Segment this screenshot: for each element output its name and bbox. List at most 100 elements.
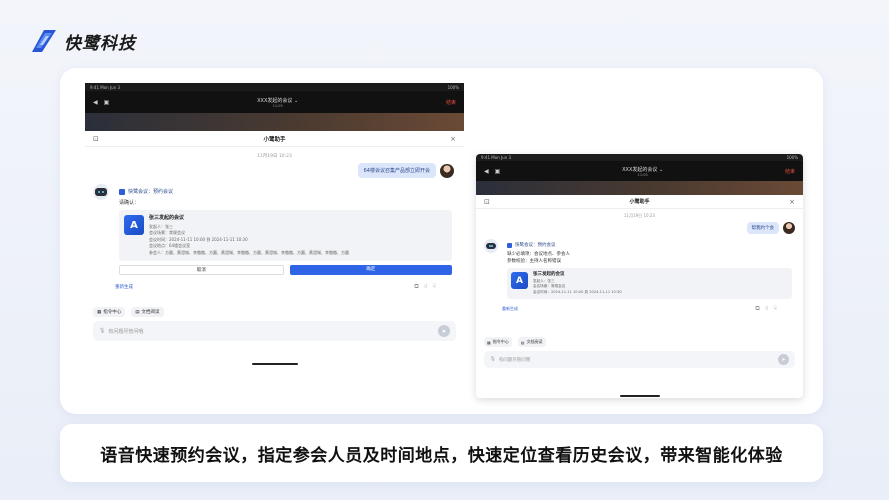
new-chat-icon[interactable]: ⊡ — [484, 198, 490, 206]
video-strip — [476, 181, 803, 195]
status-battery: 100% — [786, 155, 798, 160]
meeting-summary-card[interactable]: A 张三发起的会议 发起人：张三 会议场景：常规会议 会议时间：2024-11-… — [119, 210, 452, 261]
brand-name: 快鹭科技 — [64, 33, 136, 54]
caption-card: 语音快速预约会议，指定参会人员及时间地点，快速定位查看历史会议，带来智能化体验 — [60, 424, 823, 482]
feature-caption: 语音快速预约会议，指定参会人员及时间地点，快速定位查看历史会议，带来智能化体验 — [100, 445, 783, 466]
bot-reply-header: 快鹭会议：预约会议 — [119, 188, 452, 195]
copy-icon[interactable]: ⧉ — [755, 305, 759, 313]
grid-icon: ▦ — [487, 339, 491, 345]
status-time: 9:41 Mon Jun 3 — [90, 84, 121, 90]
microphone-icon[interactable]: 🎙 — [99, 328, 105, 334]
chip-label: 指令中心 — [492, 339, 509, 344]
bot-reply-card: 快鹭会议：预约会议 请确认： A 张三发起的会议 发起人：张三 会议场景：常规会… — [115, 184, 456, 279]
copy-icon[interactable]: ⧉ — [414, 283, 418, 291]
user-message-row: 64楼会议召集产品部立即开会 — [85, 163, 464, 178]
status-battery: 100% — [447, 84, 459, 90]
user-message: 64楼会议召集产品部立即开会 — [357, 163, 436, 178]
reply-actions: 重新生成 ⧉ ☝ ☟ — [476, 302, 803, 313]
confirm-actions: 取消 确定 — [119, 265, 452, 275]
meeting-bar: ◀ ▣ XXX发起的会议 ⌄ 11:05 结束 — [85, 91, 464, 113]
meeting-details: 张三发起的会议 发起人：张三 会议场景：常规会议 会议时间：2024-11-11… — [149, 215, 349, 256]
camera-icon[interactable]: ▣ — [495, 168, 501, 175]
chip-label: 文档阅读 — [141, 310, 160, 315]
meeting-title: XXX发起的会议 ⌄ 11:05 — [622, 166, 663, 177]
feedback-icons: ⧉ ☝ ☟ — [755, 305, 777, 313]
close-icon[interactable]: × — [450, 135, 456, 143]
send-icon[interactable]: ➤ — [778, 354, 789, 365]
tablet-mockup-validation: 9:41 Mon Jun 3 100% ◀ ▣ XXX发起的会议 ⌄ 11:05… — [476, 154, 803, 398]
meeting-details: 张三发起的会议 发起人：张三 会议场景：常规会议 会议时间：2024-11-11… — [533, 272, 622, 295]
meeting-app-icon: A — [124, 215, 144, 235]
thumbs-up-icon[interactable]: ☝ — [765, 305, 769, 313]
meeting-title-text: XXX发起的会议 ⌄ — [257, 97, 299, 104]
bot-reply-header: 快鹭会议：预约会议 — [507, 242, 792, 248]
thumbs-down-icon[interactable]: ☟ — [773, 305, 777, 313]
chip-doc-reading[interactable]: ▤ 文档阅读 — [517, 337, 546, 347]
chat-timestamp: 11月19日 10:23 — [624, 213, 655, 218]
chip-doc-reading[interactable]: ▤ 文档阅读 — [131, 307, 164, 317]
assistant-header: ⊡ 小鹭助手 × — [476, 195, 803, 209]
chip-label: 指令中心 — [103, 310, 122, 315]
user-message-row: 帮我约个会 — [476, 222, 803, 234]
user-message: 帮我约个会 — [746, 222, 779, 234]
bot-reply-title: 快鹭会议：预约会议 — [515, 243, 556, 248]
end-meeting-button[interactable]: 结束 — [446, 99, 456, 106]
microphone-icon[interactable]: 🎙 — [490, 357, 496, 362]
new-chat-icon[interactable]: ⊡ — [93, 135, 99, 143]
close-icon[interactable]: × — [789, 198, 795, 206]
bot-reply-card: 快鹭会议：预约会议 缺少必填项：会议地点、参会人 参数校验：主持人名称错误 A … — [504, 239, 795, 302]
bot-validation-text: 缺少必填项：会议地点、参会人 参数校验：主持人名称错误 — [507, 251, 792, 265]
thumbs-up-icon[interactable]: ☝ — [424, 283, 428, 291]
meeting-duration: 11:05 — [272, 103, 283, 108]
user-avatar — [783, 222, 795, 234]
app-mini-icon — [507, 242, 512, 248]
meeting-app-icon: A — [511, 272, 528, 289]
chat-input[interactable]: 🎙 有问题尽管问哦 ➤ — [484, 351, 795, 368]
meeting-duration: 11:05 — [637, 172, 648, 177]
input-left: 🎙 有问题尽管问哦 — [99, 328, 143, 335]
bot-message-row: 快鹭会议：预约会议 请确认： A 张三发起的会议 发起人：张三 会议场景：常规会… — [85, 178, 464, 279]
meeting-title: XXX发起的会议 ⌄ 11:05 — [257, 97, 298, 108]
meeting-card-title: 张三发起的会议 — [149, 215, 185, 221]
speaker-icon[interactable]: ◀ — [484, 168, 489, 175]
chip-command-center[interactable]: ▦ 指令中心 — [484, 337, 512, 347]
regenerate-button[interactable]: 重新生成 — [115, 284, 133, 290]
user-avatar — [440, 163, 454, 178]
cancel-button[interactable]: 取消 — [119, 265, 284, 275]
bot-avatar — [484, 239, 498, 253]
home-indicator — [251, 363, 298, 365]
meeting-controls: ◀ ▣ — [93, 99, 109, 106]
thumbs-down-icon[interactable]: ☟ — [432, 283, 436, 291]
chip-label: 文档阅读 — [526, 339, 543, 344]
grid-icon: ▦ — [97, 309, 102, 315]
home-indicator — [619, 395, 660, 397]
document-icon: ▤ — [135, 309, 140, 315]
assistant-panel: ⊡ 小鹭助手 × 11月19日 10:23 帮我约个会 快鹭会议：预约会议 缺少… — [476, 195, 803, 368]
confirm-button[interactable]: 确定 — [289, 265, 452, 275]
meeting-summary-card[interactable]: A 张三发起的会议 发起人：张三 会议场景：常规会议 会议时间：2024-11-… — [507, 268, 792, 299]
quick-chips: ▦ 指令中心 ▤ 文档阅读 — [85, 307, 464, 317]
meeting-controls: ◀ ▣ — [484, 168, 500, 175]
logo-bird-icon — [32, 30, 56, 52]
input-placeholder: 有问题尽管问哦 — [498, 357, 531, 363]
document-icon: ▤ — [520, 339, 525, 345]
speaker-icon[interactable]: ◀ — [93, 99, 98, 106]
end-meeting-button[interactable]: 结束 — [785, 168, 795, 175]
send-icon[interactable]: ➤ — [438, 325, 450, 337]
tablet-mockup-booking: 9:41 Mon Jun 3 100% ◀ ▣ XXX发起的会议 ⌄ 11:05… — [85, 83, 464, 365]
regenerate-button[interactable]: 重新生成 — [502, 306, 518, 312]
meeting-bar: ◀ ▣ XXX发起的会议 ⌄ 11:05 结束 — [476, 161, 803, 181]
chat-input[interactable]: 🎙 有问题尽管问哦 ➤ — [93, 321, 456, 341]
meeting-detail-line: 参会人：方圆、黄澄城、李傲傲、方圆、黄澄城、李傲傲、方圆、黄澄城、李傲傲、方圆、… — [149, 249, 349, 255]
bot-reply-title: 快鹭会议：预约会议 — [128, 189, 174, 195]
input-left: 🎙 有问题尽管问哦 — [490, 357, 530, 363]
app-mini-icon — [119, 188, 125, 195]
missing-fields-line: 缺少必填项：会议地点、参会人 — [507, 252, 570, 257]
robot-icon — [486, 242, 496, 250]
video-strip — [85, 113, 464, 131]
bot-avatar — [93, 184, 109, 200]
chip-command-center[interactable]: ▦ 指令中心 — [93, 307, 126, 317]
bot-message-row: 快鹭会议：预约会议 缺少必填项：会议地点、参会人 参数校验：主持人名称错误 A … — [476, 234, 803, 302]
meeting-detail-line: 会议时间：2024-11-11 10:00 到 2024-11-11 10:30 — [533, 289, 622, 294]
camera-icon[interactable]: ▣ — [104, 99, 110, 106]
